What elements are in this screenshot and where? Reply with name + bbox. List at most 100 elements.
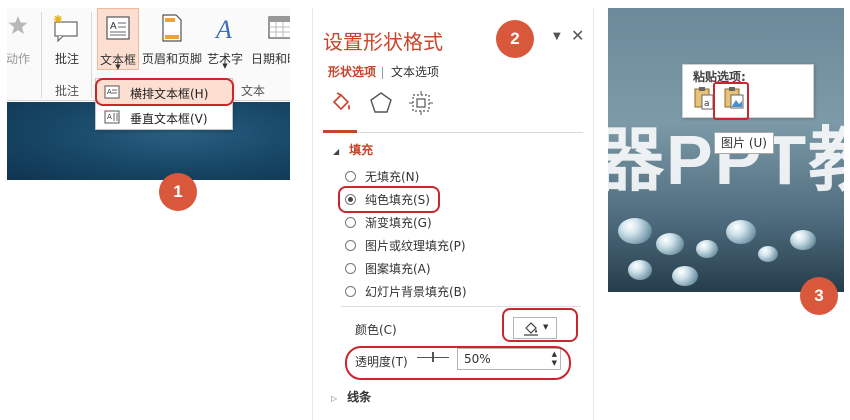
- close-icon[interactable]: ✕: [571, 26, 584, 45]
- paste-options-title: 粘贴选项:: [693, 70, 746, 84]
- spin-up-icon[interactable]: ▲: [552, 350, 557, 358]
- size-properties-icon[interactable]: [408, 90, 434, 120]
- radio-label: 无填充(N): [365, 170, 420, 184]
- radio-circle: [345, 286, 356, 297]
- header-footer-button[interactable]: 页眉和页脚: [140, 8, 204, 78]
- svg-text:A: A: [214, 15, 232, 42]
- transparency-value: 50%: [464, 352, 491, 366]
- svg-text:a: a: [704, 99, 710, 109]
- header-footer-icon: [161, 14, 183, 45]
- ribbon-separator: [91, 12, 92, 98]
- water-drop-image: [618, 218, 652, 244]
- textbox-button[interactable]: A 文本框 ▼: [97, 8, 139, 71]
- radio-pattern-fill[interactable]: 图案填充(A): [345, 260, 431, 278]
- header-footer-label: 页眉和页脚: [141, 52, 202, 66]
- pane-tabs: 形状选项 文本选项: [328, 63, 439, 80]
- radio-label: 图案填充(A): [365, 262, 431, 276]
- section-fill-label: 填充: [349, 143, 374, 157]
- chevron-down-icon: ▼: [222, 62, 228, 70]
- radio-circle: [345, 240, 356, 251]
- fill-line-icon[interactable]: [328, 90, 354, 120]
- paste-picture-icon[interactable]: [723, 85, 745, 115]
- star-icon: [7, 14, 29, 39]
- icon-tabs-divider: [323, 132, 583, 133]
- radio-picture-texture-fill[interactable]: 图片或纹理填充(P): [345, 237, 466, 255]
- paste-picture-tooltip: 图片 (U): [714, 132, 774, 154]
- active-icon-tab-indicator: [323, 130, 357, 133]
- transparency-label: 透明度(T): [355, 355, 408, 369]
- radio-solid-fill[interactable]: 纯色填充(S): [345, 191, 430, 209]
- menu-item-label: 横排文本框(H): [130, 87, 209, 101]
- textbox-icon: A: [105, 15, 131, 44]
- fill-color-button[interactable]: ▼: [513, 317, 557, 339]
- horizontal-textbox-icon: A: [104, 85, 120, 102]
- menu-item-vertical-textbox[interactable]: A 垂直文本框(V): [96, 105, 232, 129]
- slide-title-text: 器PPT教: [608, 121, 844, 199]
- radio-circle: [345, 263, 356, 274]
- ribbon-panel: 动作 批注 批注 A 文本框 ▼ 页眉和页脚 A 艺术字 ▼ 日期和 文本 A …: [7, 8, 290, 180]
- format-shape-pane: 设置形状格式 ▼ ✕ 形状选项 文本选项 ◢ 填充 无填充(N) 纯色填充(S) 渐…: [312, 8, 594, 420]
- radio-circle: [345, 217, 356, 228]
- group-label-text: 文本: [241, 84, 266, 98]
- chevron-down-icon: ▼: [115, 63, 121, 71]
- radio-label: 图片或纹理填充(P): [365, 239, 466, 253]
- effects-pentagon-icon[interactable]: [368, 90, 394, 120]
- svg-text:A: A: [107, 88, 112, 96]
- transparency-spinbox[interactable]: 50% ▲ ▼: [457, 348, 561, 370]
- tab-shape-options[interactable]: 形状选项: [328, 65, 376, 79]
- tab-text-options[interactable]: 文本选项: [391, 65, 439, 79]
- pane-title: 设置形状格式: [323, 30, 443, 54]
- transparency-slider-thumb[interactable]: [432, 352, 434, 362]
- pane-options-dropdown-icon[interactable]: ▼: [553, 31, 561, 42]
- group-label-comments: 批注: [55, 84, 80, 98]
- water-drop-image: [726, 220, 756, 244]
- water-drop-image: [628, 260, 652, 280]
- section-line-header[interactable]: ▷ 线条: [331, 388, 371, 405]
- tab-divider: [382, 66, 384, 79]
- pane-icon-tabs: [328, 90, 458, 120]
- date-time-label: 日期和时: [251, 52, 290, 66]
- paste-keep-text-icon[interactable]: a: [693, 85, 715, 115]
- svg-text:A: A: [107, 113, 112, 121]
- svg-text:A: A: [110, 21, 117, 32]
- spin-down-icon[interactable]: ▼: [552, 359, 557, 367]
- water-drop-image: [758, 246, 778, 262]
- menu-item-horizontal-textbox[interactable]: A 横排文本框(H): [96, 80, 232, 104]
- water-drop-image: [672, 266, 698, 286]
- water-drop-image: [656, 233, 684, 255]
- wordart-icon: A: [212, 14, 238, 45]
- paste-options-popup: 粘贴选项: a: [682, 64, 814, 118]
- paint-bucket-icon: [523, 321, 539, 340]
- section-divider: [341, 306, 581, 307]
- radio-gradient-fill[interactable]: 渐变填充(G): [345, 214, 432, 232]
- radio-label: 幻灯片背景填充(B): [365, 285, 467, 299]
- slide-paste-panel: 器PPT教 粘贴选项: a 图片 (U): [608, 8, 844, 292]
- step-badge-1: 1: [159, 173, 197, 211]
- action-button[interactable]: 动作: [7, 8, 35, 78]
- step-badge-3: 3: [800, 277, 838, 315]
- comment-button[interactable]: 批注: [49, 8, 85, 78]
- collapsed-triangle-icon: ▷: [331, 394, 338, 403]
- radio-slide-background-fill[interactable]: 幻灯片背景填充(B): [345, 283, 467, 301]
- radio-label: 渐变填充(G): [365, 216, 432, 230]
- comment-label: 批注: [54, 52, 79, 66]
- section-fill-header[interactable]: ◢ 填充: [333, 141, 373, 158]
- chevron-down-icon: ▼: [543, 323, 549, 331]
- section-line-label: 线条: [347, 390, 372, 404]
- date-time-button[interactable]: 日期和时: [247, 8, 290, 78]
- textbox-dropdown-menu: A 横排文本框(H) A 垂直文本框(V): [95, 78, 233, 130]
- action-label: 动作: [7, 52, 30, 66]
- radio-label: 纯色填充(S): [365, 193, 430, 207]
- step-badge-2: 2: [496, 20, 534, 58]
- menu-item-label: 垂直文本框(V): [130, 112, 208, 126]
- color-label: 颜色(C): [355, 323, 397, 337]
- expanded-triangle-icon: ◢: [333, 147, 340, 156]
- comment-icon: [52, 14, 82, 45]
- wordart-button[interactable]: A 艺术字 ▼: [205, 8, 245, 78]
- radio-no-fill[interactable]: 无填充(N): [345, 168, 419, 186]
- vertical-textbox-icon: A: [104, 110, 120, 127]
- radio-circle-selected: [345, 194, 356, 205]
- water-drop-image: [696, 240, 718, 258]
- ribbon-separator: [41, 12, 42, 98]
- water-drop-image: [790, 230, 816, 250]
